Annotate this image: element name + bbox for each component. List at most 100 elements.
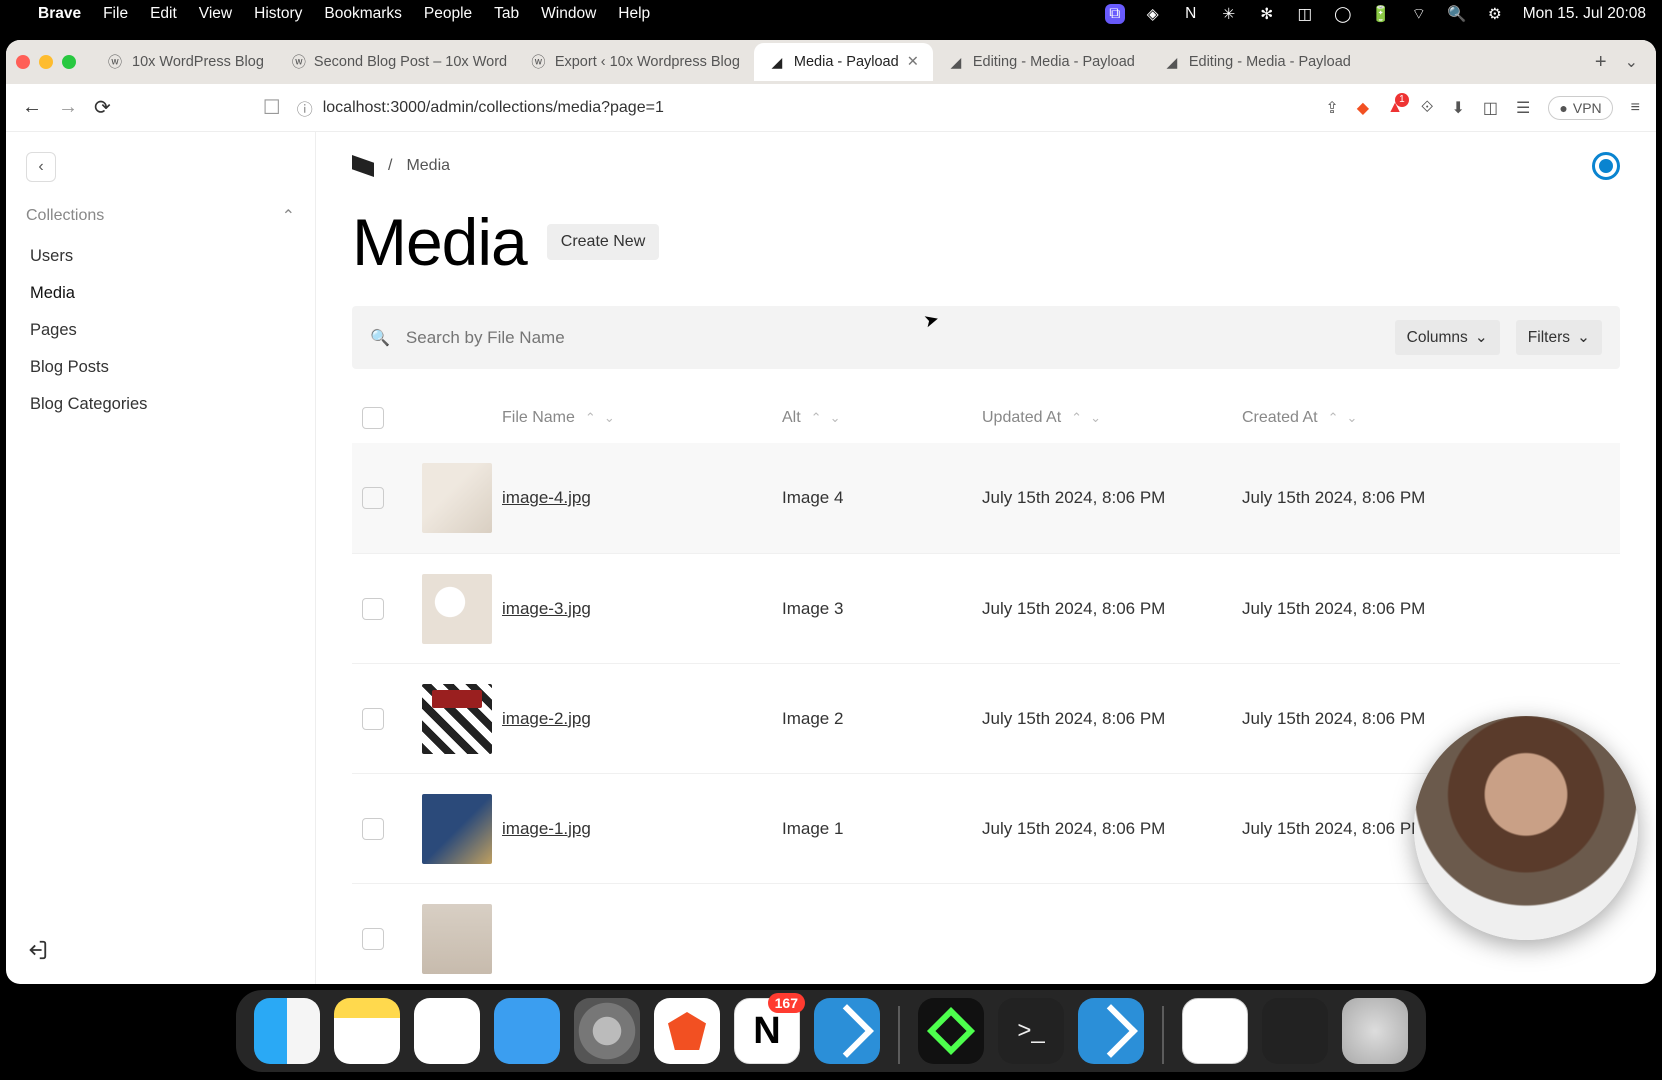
vpn-button[interactable]: ● VPN <box>1548 96 1612 120</box>
dock-trash[interactable] <box>1342 998 1408 1064</box>
dock-vscode-2[interactable] <box>1078 998 1144 1064</box>
settings-star-icon[interactable]: ✻ <box>1257 4 1277 24</box>
dock-freeform[interactable] <box>414 998 480 1064</box>
notion-menu-icon[interactable]: N <box>1181 4 1201 24</box>
sort-asc-icon[interactable]: ⌃ <box>1328 410 1339 426</box>
media-thumbnail[interactable] <box>422 574 492 644</box>
extensions-icon[interactable]: ⟐ <box>1421 99 1434 117</box>
sort-desc-icon[interactable]: ⌄ <box>1347 410 1358 426</box>
col-alt[interactable]: Alt⌃⌄ <box>782 409 982 427</box>
brave-shield-icon[interactable]: ◆ <box>1357 98 1369 118</box>
tab-overflow-button[interactable]: ⌄ <box>1617 52 1646 72</box>
menu-window[interactable]: Window <box>541 5 596 23</box>
site-info-icon[interactable]: ⓘ <box>297 96 313 120</box>
sidepanel-icon[interactable]: ◫ <box>1483 98 1498 118</box>
dock-notion[interactable]: 167 <box>734 998 800 1064</box>
sort-asc-icon[interactable]: ⌃ <box>1071 410 1082 426</box>
hamburger-menu-icon[interactable]: ≡ <box>1631 99 1640 117</box>
reload-button[interactable]: ⟳ <box>94 95 111 120</box>
dock-app-green[interactable] <box>918 998 984 1064</box>
back-button[interactable]: ← <box>22 96 42 119</box>
media-thumbnail[interactable] <box>422 463 492 533</box>
forward-button[interactable]: → <box>58 96 78 119</box>
dock-brave[interactable] <box>654 998 720 1064</box>
sort-asc-icon[interactable]: ⌃ <box>585 410 596 426</box>
col-updated-at[interactable]: Updated At⌃⌄ <box>982 409 1242 427</box>
battery-icon[interactable]: 🔋 <box>1371 4 1391 24</box>
row-checkbox[interactable] <box>362 598 384 620</box>
payload-logo-icon[interactable] <box>352 155 374 177</box>
spotlight-icon[interactable]: 🔍 <box>1447 4 1467 24</box>
menu-file[interactable]: File <box>103 5 128 23</box>
menu-people[interactable]: People <box>424 5 472 23</box>
menubar-clock[interactable]: Mon 15. Jul 20:08 <box>1523 5 1646 23</box>
sidebar-item-users[interactable]: Users <box>26 238 295 275</box>
menu-view[interactable]: View <box>199 5 232 23</box>
row-checkbox[interactable] <box>362 818 384 840</box>
dock-xml-file[interactable] <box>1262 998 1328 1064</box>
screen-record-icon[interactable]: ⧉ <box>1105 4 1125 24</box>
close-window-button[interactable] <box>16 55 30 69</box>
dock-keynote[interactable] <box>494 998 560 1064</box>
maximize-window-button[interactable] <box>62 55 76 69</box>
close-tab-button[interactable]: ✕ <box>907 54 919 70</box>
dock-settings[interactable] <box>574 998 640 1064</box>
dock-terminal[interactable] <box>998 998 1064 1064</box>
share-icon[interactable]: ⇪ <box>1325 98 1338 118</box>
sidebar-item-blog-posts[interactable]: Blog Posts <box>26 349 295 386</box>
create-new-button[interactable]: Create New <box>547 224 659 260</box>
file-name-link[interactable]: image-3.jpg <box>502 599 591 618</box>
browser-tab[interactable]: ⓦ10x WordPress Blog <box>92 43 278 81</box>
menu-tab[interactable]: Tab <box>494 5 519 23</box>
row-checkbox[interactable] <box>362 487 384 509</box>
user-icon[interactable]: ◯ <box>1333 4 1353 24</box>
menu-history[interactable]: History <box>254 5 302 23</box>
sidebar-item-media[interactable]: Media <box>26 275 295 312</box>
breadcrumb-media[interactable]: Media <box>406 157 450 175</box>
minimize-window-button[interactable] <box>39 55 53 69</box>
sidebar-item-pages[interactable]: Pages <box>26 312 295 349</box>
sort-asc-icon[interactable]: ⌃ <box>811 410 822 426</box>
logout-button[interactable] <box>26 939 48 966</box>
collapse-sidebar-button[interactable]: ‹ <box>26 152 56 182</box>
media-thumbnail[interactable] <box>422 904 492 974</box>
col-created-at[interactable]: Created At⌃⌄ <box>1242 409 1610 427</box>
reader-icon[interactable]: ☰ <box>1516 98 1530 118</box>
menu-edit[interactable]: Edit <box>150 5 177 23</box>
menu-bookmarks[interactable]: Bookmarks <box>324 5 402 23</box>
sort-desc-icon[interactable]: ⌄ <box>1090 410 1101 426</box>
dock-vscode[interactable] <box>814 998 880 1064</box>
browser-tab[interactable]: ◢Editing - Media - Payload <box>1149 43 1365 81</box>
media-thumbnail[interactable] <box>422 684 492 754</box>
new-tab-button[interactable]: + <box>1585 51 1617 74</box>
pane-icon[interactable]: ◫ <box>1295 4 1315 24</box>
browser-tab[interactable]: ◢Editing - Media - Payload <box>933 43 1149 81</box>
bookmark-icon[interactable]: ☐ <box>263 95 281 120</box>
menu-help[interactable]: Help <box>618 5 650 23</box>
sort-desc-icon[interactable]: ⌄ <box>830 410 841 426</box>
sidebar-item-blog-categories[interactable]: Blog Categories <box>26 386 295 423</box>
sort-desc-icon[interactable]: ⌄ <box>604 410 615 426</box>
address-bar[interactable]: ⓘ localhost:3000/admin/collections/media… <box>297 96 1310 120</box>
columns-button[interactable]: Columns ⌄ <box>1395 320 1500 355</box>
row-checkbox[interactable] <box>362 928 384 950</box>
wifi-icon[interactable]: ⌔ <box>1409 4 1429 24</box>
search-input[interactable] <box>406 328 1379 348</box>
account-avatar[interactable] <box>1592 152 1620 180</box>
dock-notes[interactable] <box>334 998 400 1064</box>
control-center-icon[interactable]: ⚙ <box>1485 4 1505 24</box>
dock-finder[interactable] <box>254 998 320 1064</box>
diamond-icon[interactable]: ◈ <box>1143 4 1163 24</box>
browser-tab[interactable]: ⓦSecond Blog Post – 10x Word <box>278 43 516 81</box>
file-name-link[interactable]: image-1.jpg <box>502 819 591 838</box>
file-name-link[interactable]: image-4.jpg <box>502 488 591 507</box>
downloads-icon[interactable]: ⬇ <box>1452 98 1465 118</box>
file-name-link[interactable]: image-2.jpg <box>502 709 591 728</box>
sidebar-group-collections[interactable]: Collections ⌃ <box>26 206 295 226</box>
row-checkbox[interactable] <box>362 708 384 730</box>
media-thumbnail[interactable] <box>422 794 492 864</box>
brave-rewards-icon[interactable]: ▲ <box>1387 99 1403 117</box>
col-file-name[interactable]: File Name⌃⌄ <box>502 409 782 427</box>
select-all-checkbox[interactable] <box>362 407 384 429</box>
filters-button[interactable]: Filters ⌄ <box>1516 320 1602 355</box>
